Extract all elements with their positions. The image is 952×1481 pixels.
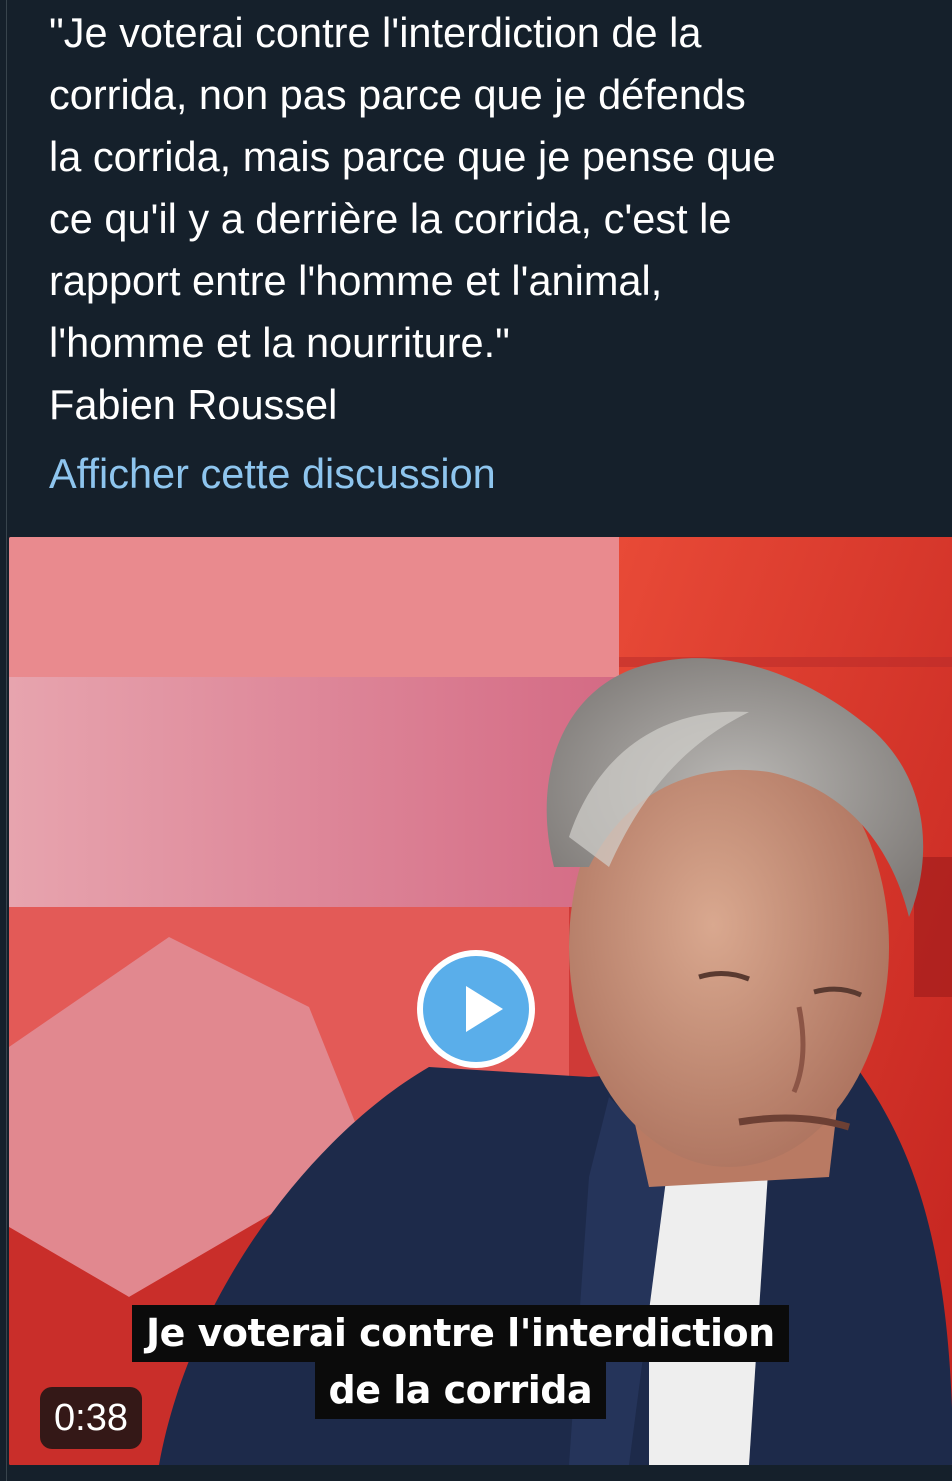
tweet-card: "Je voterai contre l'interdiction de la … [6,0,952,1481]
video-duration-badge: 0:38 [40,1387,142,1449]
video-subtitle: Je voterai contre l'interdiction de la c… [132,1305,789,1419]
play-button[interactable] [417,950,535,1068]
tweet-text: "Je voterai contre l'interdiction de la … [49,9,776,428]
play-icon [466,986,503,1032]
play-button-circle [423,956,529,1062]
subtitle-line: de la corrida [314,1362,607,1419]
subtitle-line: Je voterai contre l'interdiction [132,1305,789,1362]
video-player[interactable]: Je voterai contre l'interdiction de la c… [9,537,952,1465]
show-thread-link[interactable]: Afficher cette discussion [49,447,496,501]
